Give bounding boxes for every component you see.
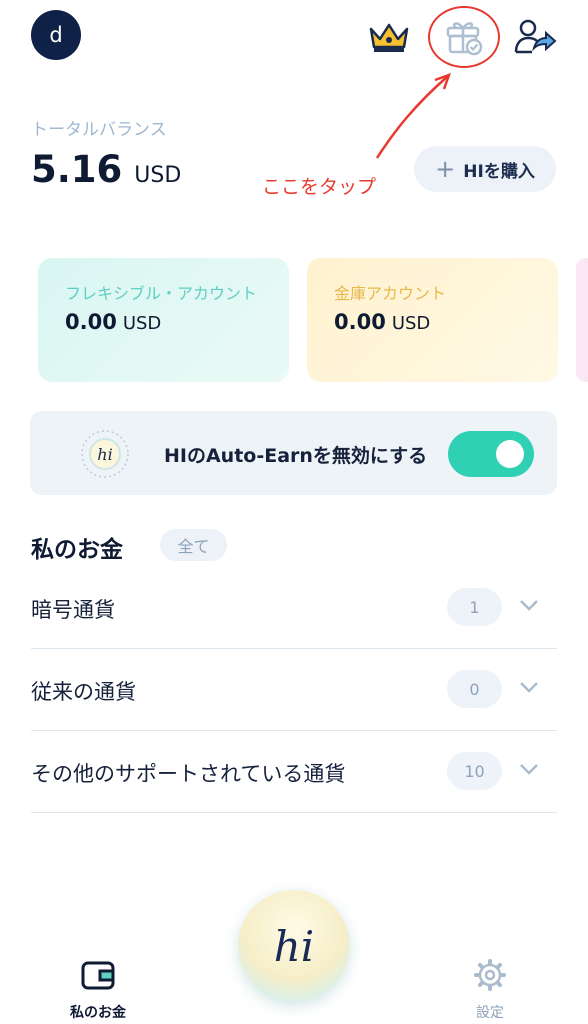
plus-icon: +	[435, 155, 456, 183]
tab-my-money[interactable]: 私のお金	[58, 958, 138, 1022]
row-count-badge: 0	[447, 670, 502, 708]
toggle-knob	[496, 440, 524, 468]
vault-account-value: 0.00	[334, 310, 386, 334]
row-label: その他のサポートされている通貨	[31, 762, 346, 786]
list-item-crypto[interactable]: 暗号通貨 1	[31, 567, 557, 649]
row-label: 従来の通貨	[31, 680, 136, 704]
buy-hi-button[interactable]: + HIを購入	[414, 146, 556, 192]
flexible-account-unit: USD	[122, 313, 162, 334]
chevron-down-icon[interactable]	[517, 593, 541, 617]
total-balance: 5.16 USD	[31, 148, 181, 191]
gear-icon	[474, 959, 506, 991]
list-item-other-currencies[interactable]: その他のサポートされている通貨 10	[31, 731, 557, 813]
flexible-account-title: フレキシブル・アカウント	[65, 284, 258, 303]
auto-earn-panel: hi HIのAuto-Earnを無効にする	[30, 411, 557, 495]
total-balance-unit: USD	[134, 163, 182, 188]
filter-all-chip[interactable]: 全て	[160, 529, 227, 561]
auto-earn-label: HIのAuto-Earnを無効にする	[164, 445, 428, 467]
annotation-text: ここをタップ	[262, 176, 377, 198]
flexible-account-card[interactable]: フレキシブル・アカウント 0.00 USD	[38, 258, 289, 382]
list-item-fiat[interactable]: 従来の通貨 0	[31, 649, 557, 731]
hi-center-button[interactable]: hi	[238, 890, 350, 1002]
row-label: 暗号通貨	[31, 598, 115, 622]
chevron-down-icon[interactable]	[517, 675, 541, 699]
next-account-card[interactable]	[576, 258, 588, 382]
hi-sparkle-logo-icon: hi	[80, 429, 130, 479]
row-count-badge: 1	[447, 588, 502, 626]
chevron-down-icon[interactable]	[517, 757, 541, 781]
my-money-title: 私のお金	[31, 537, 123, 563]
buy-hi-label: HIを購入	[463, 161, 535, 182]
vault-account-title: 金庫アカウント	[334, 284, 447, 303]
row-count-badge: 10	[447, 752, 502, 790]
total-balance-label: トータルバランス	[31, 120, 167, 140]
flexible-account-value: 0.00	[65, 310, 117, 334]
total-balance-value: 5.16	[31, 148, 123, 191]
flexible-account-balance: 0.00 USD	[65, 310, 161, 334]
wallet-icon	[81, 961, 115, 990]
svg-text:hi: hi	[97, 445, 112, 464]
vault-account-card[interactable]: 金庫アカウント 0.00 USD	[307, 258, 558, 382]
vault-account-balance: 0.00 USD	[334, 310, 430, 334]
tab-settings[interactable]: 設定	[450, 958, 530, 1022]
auto-earn-toggle[interactable]	[448, 431, 534, 477]
vault-account-unit: USD	[391, 313, 431, 334]
tab-my-money-label: 私のお金	[70, 1005, 126, 1021]
tab-settings-label: 設定	[476, 1005, 504, 1021]
hi-logo-text: hi	[273, 921, 315, 971]
